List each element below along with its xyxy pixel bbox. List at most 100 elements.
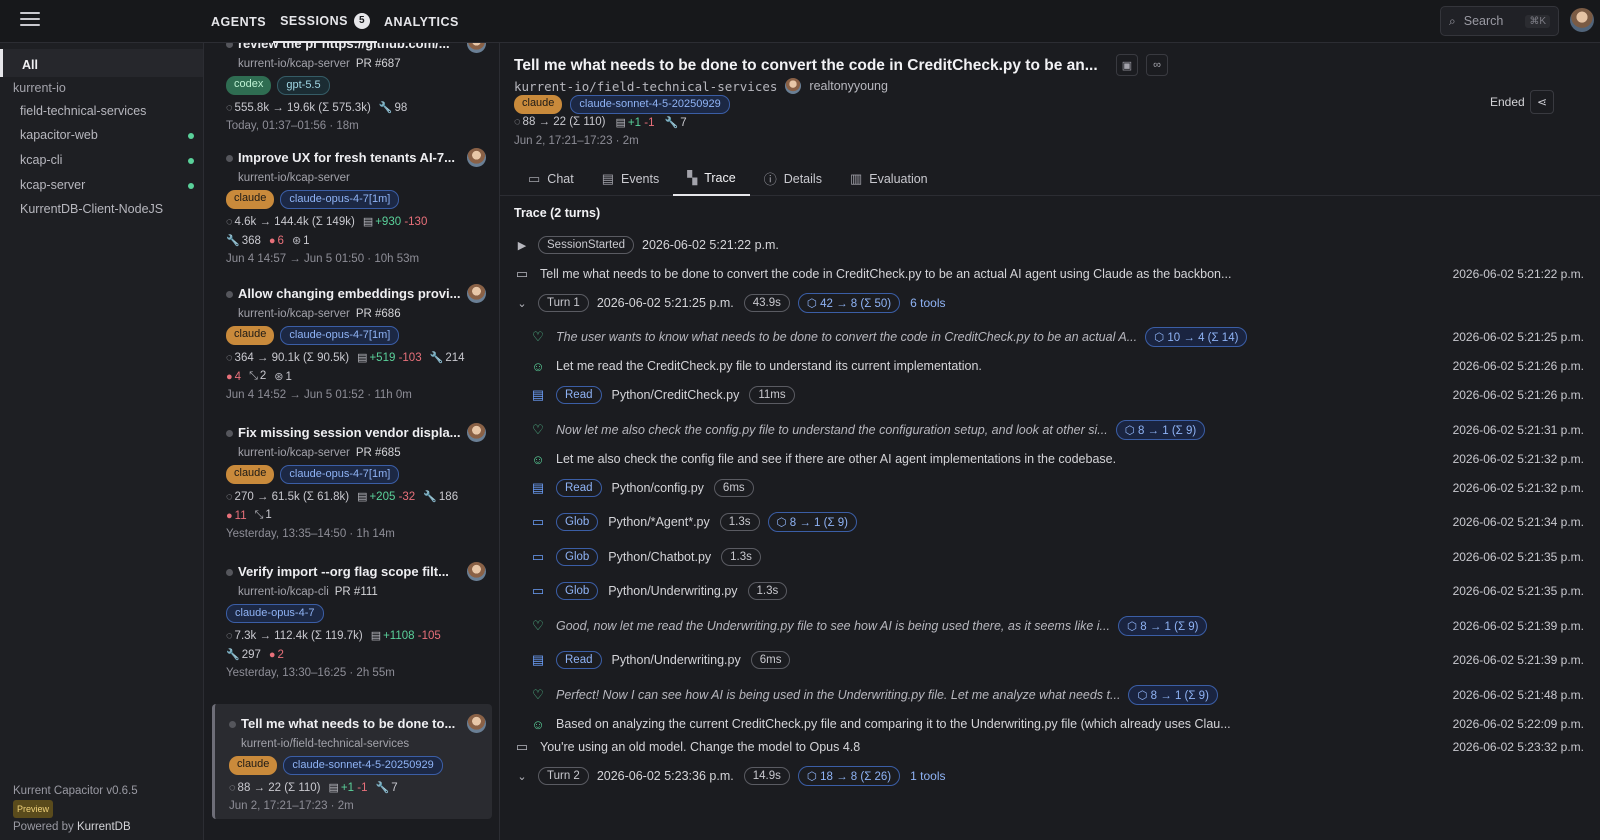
- turn-start: 2026-06-02 5:23:36 p.m.: [596, 769, 734, 783]
- chevron-down-icon[interactable]: ⌄: [514, 770, 530, 783]
- pr-label[interactable]: PR #686: [356, 308, 401, 320]
- pr-label[interactable]: PR #685: [356, 447, 401, 459]
- copy-button[interactable]: ▣: [1116, 54, 1138, 76]
- tokens-value: 8 → 1 (Σ 9): [1140, 621, 1199, 633]
- powered-by-brand[interactable]: KurrentDB: [77, 821, 131, 833]
- session-card[interactable]: Verify import --org flag scope filt... k…: [212, 562, 492, 679]
- folder-icon: ▭: [531, 514, 545, 529]
- session-card[interactable]: Fix missing session vendor displa... kur…: [212, 423, 492, 540]
- trace-row-prompt[interactable]: ▭ You're using an old model. Change the …: [514, 736, 1584, 758]
- trace-row-assistant[interactable]: ☺ Let me also check the config file and s…: [530, 448, 1584, 470]
- trace-row-tool[interactable]: ▤ Read Python/config.py 6ms 2026-06-02 5:21:…: [530, 477, 1584, 499]
- agent-tag: claude: [226, 190, 275, 209]
- sidebar-item-kapacitor-web[interactable]: kapacitor-web: [20, 128, 194, 142]
- trace-row-turn[interactable]: ⌄ Turn 1 2026-06-02 5:21:25 p.m. 43.9s ⬡…: [514, 292, 1584, 314]
- session-list: review the pr https://github.com/... kur…: [204, 43, 500, 840]
- session-repo: kurrent-io/kcap-cli PR #111: [226, 586, 492, 598]
- row-timestamp: 2026-06-02 5:22:09 p.m.: [1452, 717, 1584, 731]
- pr-label[interactable]: PR #687: [356, 58, 401, 70]
- compact-icon: ⤡: [249, 370, 258, 382]
- step-text: Now let me also check the config.py file…: [556, 423, 1108, 437]
- app-root: AGENTS SESSIONS 5 ANALYTICS ⌕ Search ⌘K A…: [0, 0, 1600, 840]
- compact-icon: ⤡: [254, 509, 264, 521]
- chevron-down-icon[interactable]: ⌄: [514, 297, 530, 310]
- model-icon: ⬡: [806, 771, 821, 783]
- trace-row-turn[interactable]: ⌄ Turn 2 2026-06-02 5:23:36 p.m. 14.9s ⬡…: [514, 765, 1584, 787]
- sessions-count-badge: 5: [354, 12, 371, 29]
- trace-row-tool[interactable]: ▤ Read Python/CreditCheck.py 11ms 2026-06-02…: [530, 384, 1584, 406]
- share-button[interactable]: ⋖: [1530, 90, 1554, 114]
- trace-row-thinking[interactable]: ♡ The user wants to know what needs to be…: [530, 326, 1584, 348]
- user-avatar[interactable]: [1570, 8, 1594, 32]
- prompt-icon: ▭: [515, 739, 529, 754]
- detail-user: realtonyyoung: [809, 79, 888, 93]
- session-time: Jun 4 14:57 → Jun 5 01:50 · 10h 53m: [226, 253, 420, 265]
- trace-row-assistant[interactable]: ☺ Let me read the CreditCheck.py file to …: [530, 355, 1584, 377]
- file-icon: ▤: [531, 480, 545, 495]
- trace-row-glob[interactable]: ▭ Glob Python/Chatbot.py 1.3s 2026-06-02 5:2…: [530, 546, 1584, 568]
- trace-row-tool[interactable]: ▤ Read Python/Underwriting.py 6ms 2026-06-02…: [530, 649, 1584, 671]
- trace-row-prompt[interactable]: ▭ Tell me what needs to be done to conve…: [514, 263, 1584, 285]
- trace-row-glob[interactable]: ▭ Glob Python/Underwriting.py 1.3s 2026-06-0…: [530, 580, 1584, 602]
- trace-row-assistant[interactable]: ☺ Based on analyzing the current CreditCh…: [530, 713, 1584, 735]
- error-count: 11: [234, 509, 247, 522]
- clipboard-icon: ▣: [1121, 59, 1133, 72]
- tab-chat[interactable]: ▭ Chat: [514, 161, 588, 196]
- turn-tools-link[interactable]: 6 tools: [910, 296, 945, 310]
- lines-removed: -103: [398, 352, 422, 364]
- avatar: [467, 423, 486, 442]
- turn-tools-link[interactable]: 1 tools: [910, 769, 945, 783]
- trace-row-thinking[interactable]: ♡ Now let me also check the config.py fil…: [530, 419, 1584, 441]
- nav-tab-analytics[interactable]: ANALYTICS: [377, 0, 466, 43]
- step-tokens: ⬡ 8 → 1 (Σ 9): [1128, 685, 1218, 705]
- trace-row-thinking[interactable]: ♡ Good, now let me read the Underwriting.…: [530, 615, 1584, 637]
- app-version: Kurrent Capacitor v0.6.5: [13, 785, 138, 797]
- prompt-icon: ▭: [515, 266, 529, 281]
- trace-row-thinking[interactable]: ♡ Perfect! Now I can see how AI is being …: [530, 684, 1584, 706]
- tools-count: 98: [394, 102, 408, 114]
- turn-chip: Turn 2: [538, 767, 589, 785]
- nav-tab-sessions[interactable]: SESSIONS 5: [273, 0, 378, 43]
- link-button[interactable]: ∞: [1146, 54, 1168, 76]
- detail-stats: ◌ 88 → 22 (Σ 110) ▤ +1 -1 🔧 7: [514, 116, 687, 129]
- search-button[interactable]: ⌕ Search ⌘K: [1440, 6, 1559, 36]
- pr-label[interactable]: PR #111: [335, 586, 378, 598]
- tab-trace[interactable]: ▚ Trace: [673, 161, 750, 196]
- sidebar-item-kcap-server[interactable]: kcap-server: [20, 178, 194, 192]
- avatar: [467, 284, 486, 303]
- step-text: Let me read the CreditCheck.py file to u…: [556, 359, 982, 373]
- session-card[interactable]: Allow changing embeddings provi... kurre…: [212, 284, 492, 401]
- tokens-value: 42 → 8 (Σ 50): [820, 298, 892, 310]
- tool-duration: 6ms: [713, 479, 754, 497]
- file-icon: ▤: [531, 652, 545, 667]
- wrench-icon: 🔧: [226, 649, 240, 661]
- menu-icon[interactable]: [20, 12, 40, 28]
- row-timestamp: 2026-06-02 5:21:22 p.m.: [1452, 267, 1584, 281]
- sidebar-item-kcap-cli[interactable]: kcap-cli: [20, 153, 194, 167]
- row-timestamp: 2026-06-02 5:23:32 p.m.: [1452, 740, 1584, 754]
- session-title: review the pr https://github.com/...: [226, 43, 492, 51]
- session-repo: kurrent-io/kcap-server PR #685: [226, 447, 492, 459]
- session-card-selected[interactable]: Tell me what needs to be done to... kurr…: [212, 704, 492, 819]
- trace-row-glob[interactable]: ▭ Glob Python/*Agent*.py 1.3s ⬡ 8 → 1 (Σ 9) 2…: [530, 511, 1584, 533]
- sidebar-item-kurrentdb-client-nodejs[interactable]: KurrentDB-Client-NodeJS: [20, 202, 194, 216]
- turn-duration: 43.9s: [743, 294, 790, 312]
- trace-row-session-started[interactable]: ▶ SessionStarted 2026-06-02 5:21:22 p.m.: [514, 234, 1584, 256]
- powered-by-label: Powered by: [13, 821, 74, 833]
- row-timestamp: 2026-06-02 5:21:32 p.m.: [1452, 452, 1584, 466]
- tab-evaluation[interactable]: ▥ Evaluation: [836, 161, 942, 196]
- sidebar-item-all[interactable]: All: [0, 49, 203, 77]
- nav-tab-agents[interactable]: AGENTS: [204, 0, 273, 43]
- tab-details[interactable]: ⓘ Details: [750, 161, 836, 196]
- session-time: Jun 4 14:52 → Jun 5 01:52 · 11h 0m: [226, 389, 412, 401]
- thinking-icon: ♡: [532, 618, 544, 633]
- sidebar-item-field-technical-services[interactable]: field-technical-services: [20, 104, 194, 118]
- tools-count: 7: [391, 782, 398, 794]
- session-card[interactable]: Improve UX for fresh tenants AI-7... kur…: [212, 148, 492, 265]
- session-card[interactable]: review the pr https://github.com/... kur…: [212, 43, 492, 132]
- session-detail: Tell me what needs to be done to convert…: [500, 43, 1600, 840]
- file-diff-icon: ▤: [328, 782, 339, 794]
- tab-events[interactable]: ▤ Events: [588, 161, 674, 196]
- sidebar-item-label: KurrentDB-Client-NodeJS: [20, 202, 164, 216]
- search-shortcut: ⌘K: [1525, 14, 1550, 28]
